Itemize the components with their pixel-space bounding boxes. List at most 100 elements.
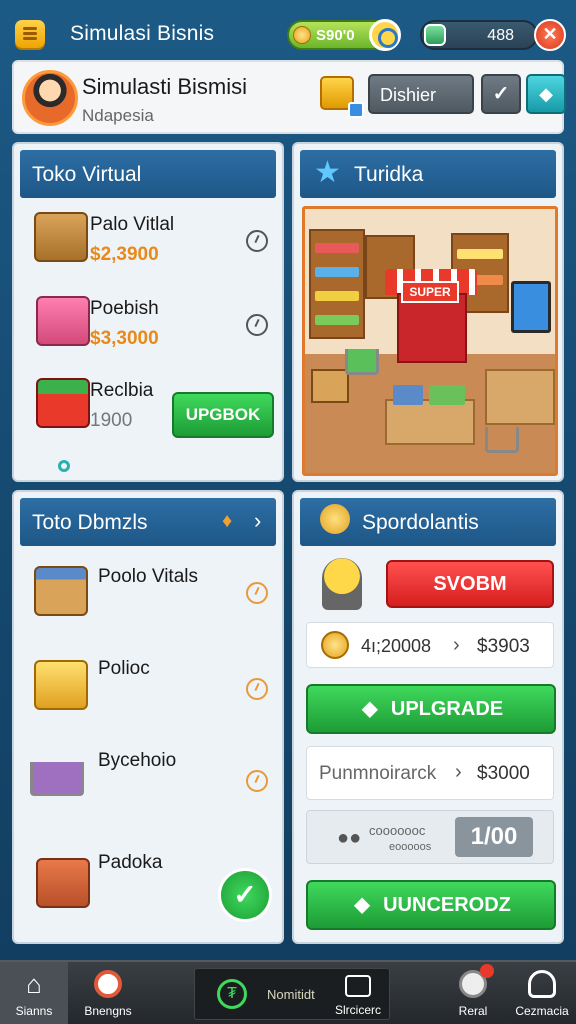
nav-search[interactable]: Bnengns xyxy=(72,962,144,1024)
home-icon: ⌂ xyxy=(26,969,42,999)
nav-label: Bnengns xyxy=(84,1004,132,1018)
item-name: Poebish xyxy=(90,298,159,319)
arrow-icon: › xyxy=(453,634,460,656)
avatar[interactable] xyxy=(22,70,78,126)
store-illustration[interactable]: SUPER xyxy=(302,206,558,476)
goods xyxy=(315,243,359,253)
gem-counter[interactable]: 488 xyxy=(420,20,538,50)
profile-name: Simulasti Bismisi xyxy=(82,74,248,99)
panel-title-text: Turidka xyxy=(354,163,424,186)
list-item[interactable]: Reclbia 1900 UPGBOK xyxy=(14,372,282,452)
row-label: Punmnoirarck xyxy=(319,763,437,784)
stat-label-1: cooooooc xyxy=(369,823,426,838)
box-icon xyxy=(36,858,90,908)
kiosk xyxy=(397,293,467,363)
stats-row[interactable]: ●● cooooooc eooooos 1/00 xyxy=(306,810,554,864)
list-item[interactable]: Palo Vitlal $2,3900 xyxy=(14,206,282,286)
top-bar: Simulasi Bisnis S90'0 488 ✕ xyxy=(0,0,576,60)
svobm-button[interactable]: SVOBM xyxy=(386,560,554,608)
counter xyxy=(385,399,475,445)
goods xyxy=(457,249,503,259)
item-name: Polioc xyxy=(98,658,150,679)
money-counter[interactable]: S90'0 xyxy=(287,19,401,51)
toko-virtual-panel: Toko Virtual Palo Vitlal $2,3900 Poebish… xyxy=(12,142,284,482)
premium-row[interactable]: Punmnoirarck › $3000 xyxy=(306,746,554,800)
nav-label: Reral xyxy=(458,1004,488,1018)
box-icon xyxy=(34,566,88,616)
bottom-action-button[interactable]: ◆ UUNCERODZ xyxy=(306,880,556,930)
screen-icon xyxy=(345,975,371,997)
action-label: UUNCERODZ xyxy=(383,894,511,916)
goods xyxy=(315,267,359,277)
star-icon: ★ xyxy=(314,156,341,189)
item-name: Reclbia xyxy=(90,380,154,401)
store-sign: SUPER xyxy=(401,281,459,303)
cart-icon xyxy=(30,762,84,796)
panel-title-text: Spordolantis xyxy=(362,511,479,534)
list-item[interactable]: Polioc xyxy=(14,650,282,734)
nav-label: Sianns xyxy=(15,1004,53,1018)
search-icon xyxy=(94,970,122,998)
list-item[interactable]: Poolo Vitals xyxy=(14,558,282,642)
money-value: S90'0 xyxy=(316,27,355,44)
mascot-icon xyxy=(322,558,362,610)
coin-row[interactable]: 4ı;20008 › $3903 xyxy=(306,622,554,668)
box-icon xyxy=(34,212,88,262)
toko-dbmzls-panel: Toto Dbmzls ♦ › Poolo Vitals Polioc Byce… xyxy=(12,490,284,944)
close-button[interactable]: ✕ xyxy=(534,19,566,51)
item-name: Poolo Vitals xyxy=(98,566,198,587)
confirm-button[interactable]: ✓ xyxy=(218,868,272,922)
list-item[interactable]: Padoka ✓ xyxy=(14,838,282,938)
timer-icon[interactable] xyxy=(246,678,268,700)
upgrade-label: UPLGRADE xyxy=(390,698,504,720)
tag-icon[interactable]: ◆ xyxy=(526,74,566,114)
profile-location: Ndapesia xyxy=(82,106,154,125)
nav-home[interactable]: ⌂ Sianns xyxy=(0,962,68,1024)
nav-social[interactable]: Reral xyxy=(438,962,508,1024)
flame-icon: ♦ xyxy=(222,510,233,532)
app-title: Simulasi Bisnis xyxy=(70,22,215,45)
chevron-icon[interactable]: › xyxy=(254,508,261,534)
profile-bar: Simulasti Bismisi Ndapesia Dishier ✓ ◆ xyxy=(12,60,566,134)
coins-icon xyxy=(321,631,349,659)
arrow-icon: › xyxy=(455,761,462,783)
action-icon: ◆ xyxy=(354,894,370,916)
bottom-nav: ⌂ Sianns Bnengns ₮ Nomitidt Slrcicerc Re… xyxy=(0,960,576,1024)
cart-icon xyxy=(485,427,519,453)
item-name: Bycehoio xyxy=(98,750,177,771)
nav-label[interactable]: Nomitidt xyxy=(267,987,315,1002)
trophy-icon xyxy=(320,504,350,534)
list-item[interactable]: Bycehoio xyxy=(14,742,282,826)
timer-icon[interactable] xyxy=(246,582,268,604)
dishier-button[interactable]: Dishier xyxy=(368,74,474,114)
timer-icon[interactable] xyxy=(246,770,268,792)
goods xyxy=(429,385,465,405)
nav-profile[interactable]: Cezmacia xyxy=(508,962,576,1024)
upgrade-button[interactable]: UPGBOK xyxy=(172,392,274,438)
upgrade-button[interactable]: ◆ UPLGRADE xyxy=(306,684,556,734)
price-value: $3903 xyxy=(477,636,530,657)
gem-value: 488 xyxy=(487,27,514,44)
item-price: 1900 xyxy=(90,410,133,431)
gem-icon xyxy=(424,24,446,46)
notification-badge xyxy=(480,964,494,978)
check-button[interactable]: ✓ xyxy=(481,74,521,114)
menu-icon[interactable] xyxy=(15,20,45,48)
users-icon: ●● xyxy=(337,827,362,849)
basket-icon xyxy=(34,660,88,710)
nav-label[interactable]: Slrcicerc xyxy=(335,1003,381,1017)
goods xyxy=(315,291,359,301)
screen-icon xyxy=(511,281,551,333)
stat-value: 1/00 xyxy=(455,817,533,857)
goods xyxy=(393,385,423,405)
nav-label: Cezmacia xyxy=(515,1004,569,1018)
spordolantis-panel: Spordolantis SVOBM 4ı;20008 › $3903 ◆ UPL… xyxy=(292,490,564,944)
timer-icon[interactable] xyxy=(246,314,268,336)
goods xyxy=(315,315,359,325)
panel-title: Toto Dbmzls xyxy=(20,498,276,546)
list-item[interactable]: Poebish $3,3000 xyxy=(14,290,282,370)
finance-icon[interactable]: ₮ xyxy=(217,979,247,1009)
timer-icon[interactable] xyxy=(246,230,268,252)
coin-icon xyxy=(293,26,311,44)
shop-icon xyxy=(36,378,90,428)
